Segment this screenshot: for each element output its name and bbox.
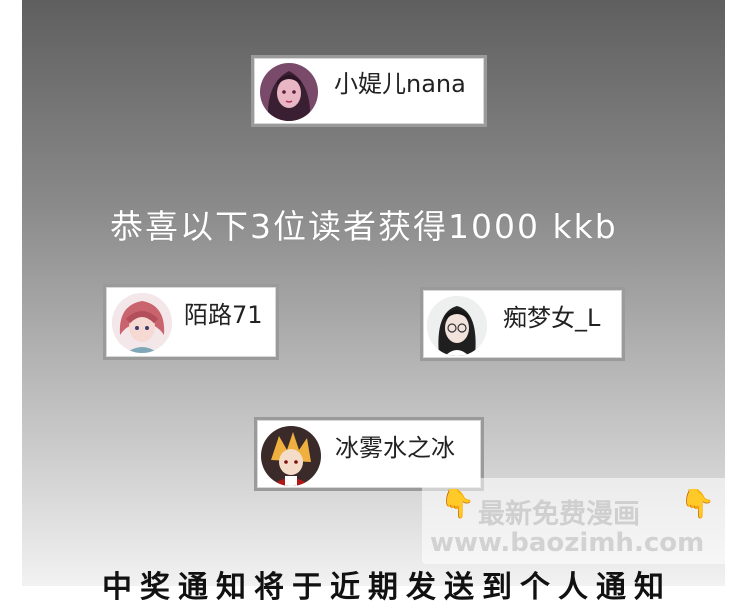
winner-card-top: 小媞儿nana	[251, 55, 487, 127]
avatar	[260, 63, 318, 121]
watermark-url: www.baozimh.com	[430, 528, 705, 558]
avatar	[427, 296, 487, 356]
notice-text: 中奖通知将于近期发送到个人通知	[102, 570, 672, 605]
winner-card-2: 痴梦女_L	[420, 287, 625, 361]
pointing-down-hand-icon: 👇	[440, 487, 475, 520]
winner-card-1: 陌路71	[103, 284, 279, 360]
winner-name: 冰雾水之冰	[335, 434, 455, 462]
avatar	[261, 426, 321, 486]
watermark-title: 最新免费漫画	[478, 499, 640, 530]
winner-name: 痴梦女_L	[503, 304, 601, 332]
avatar	[112, 293, 172, 353]
pointing-down-hand-icon: 👇	[680, 487, 715, 520]
winner-name: 陌路71	[184, 301, 263, 329]
headline: 恭喜以下3位读者获得1000 kkb	[110, 207, 618, 246]
watermark: 👇 最新免费漫画 👇 www.baozimh.com	[422, 478, 730, 564]
winner-name: 小媞儿nana	[334, 70, 466, 98]
